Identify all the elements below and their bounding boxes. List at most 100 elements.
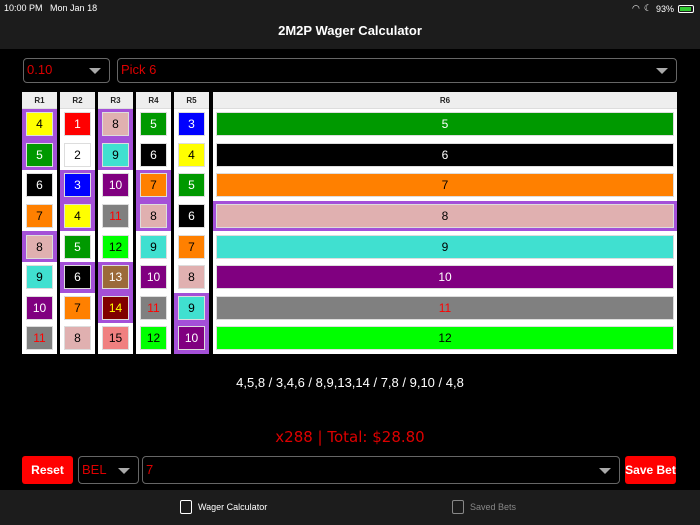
runner-cell[interactable]: 7 xyxy=(174,231,209,262)
runner-cell[interactable]: 8 xyxy=(98,109,133,140)
runner-cell[interactable]: 5 xyxy=(213,109,677,140)
runner-number: 6 xyxy=(26,173,53,198)
runner-number: 3 xyxy=(178,112,205,137)
chevron-down-icon xyxy=(656,68,668,74)
runner-number: 11 xyxy=(140,295,167,320)
runner-cell[interactable]: 6 xyxy=(60,262,95,293)
runner-number: 11 xyxy=(26,326,53,351)
runner-cell[interactable]: 8 xyxy=(213,200,677,232)
runner-number: 5 xyxy=(140,112,167,137)
race-header: R5 xyxy=(174,92,209,109)
tab-wager-calculator[interactable]: Wager Calculator xyxy=(180,500,267,514)
runner-number: 9 xyxy=(140,234,167,259)
runner-cell[interactable]: 10 xyxy=(213,262,677,293)
bet-type-select[interactable]: Pick 6 xyxy=(117,58,677,83)
runner-cell[interactable]: 11 xyxy=(136,293,171,324)
runner-number: 5 xyxy=(216,112,674,137)
wager-total: x288 | Total: $28.80 xyxy=(275,428,425,446)
save-bet-button[interactable]: Save Bet xyxy=(625,456,676,484)
runner-number: 9 xyxy=(26,265,53,290)
runner-number: 9 xyxy=(102,142,129,167)
runner-cell[interactable]: 3 xyxy=(60,170,95,201)
track-select[interactable]: BEL xyxy=(78,456,139,484)
runner-cell[interactable]: 9 xyxy=(174,292,209,324)
tab-bar: Wager Calculator Saved Bets xyxy=(0,490,700,525)
runner-number: 6 xyxy=(64,265,91,290)
runner-cell[interactable]: 7 xyxy=(60,293,95,324)
runner-cell[interactable]: 11 xyxy=(213,293,677,324)
battery-percent: 93% xyxy=(655,3,674,14)
race-header: R1 xyxy=(22,92,57,109)
runner-cell[interactable]: 11 xyxy=(98,201,133,232)
race-column-r6: R6 5 6 7 8 9 10 11 12 xyxy=(213,92,677,354)
runner-number: 8 xyxy=(102,112,129,137)
runner-cell[interactable]: 5 xyxy=(22,139,57,171)
runner-number: 2 xyxy=(64,142,91,167)
runner-cell[interactable]: 15 xyxy=(98,323,133,354)
race-header: R4 xyxy=(136,92,171,109)
runner-cell[interactable]: 7 xyxy=(213,170,677,201)
runner-cell[interactable]: 3 xyxy=(174,109,209,140)
runner-cell[interactable]: 8 xyxy=(22,231,57,262)
runner-number: 8 xyxy=(178,265,205,290)
runner-cell[interactable]: 4 xyxy=(174,140,209,171)
race-header: R2 xyxy=(60,92,95,109)
tab-saved-bets[interactable]: Saved Bets xyxy=(452,500,516,514)
runner-cell[interactable]: 9 xyxy=(213,231,677,262)
status-time: 10:00 PM xyxy=(4,3,43,13)
runner-number: 4 xyxy=(26,112,53,137)
runner-cell[interactable]: 12 xyxy=(213,323,677,354)
runner-cell[interactable]: 10 xyxy=(98,170,133,201)
runner-cell[interactable]: 5 xyxy=(136,109,171,140)
runner-cell[interactable]: 8 xyxy=(136,200,171,232)
runner-cell[interactable]: 13 xyxy=(98,262,133,293)
race-header: R3 xyxy=(98,92,133,109)
runner-cell[interactable]: 12 xyxy=(98,231,133,262)
chevron-down-icon xyxy=(89,68,101,74)
runner-cell[interactable]: 9 xyxy=(98,139,133,171)
runner-cell[interactable]: 6 xyxy=(22,170,57,201)
runner-cell[interactable]: 8 xyxy=(60,323,95,354)
runner-cell[interactable]: 9 xyxy=(22,262,57,293)
reset-button[interactable]: Reset xyxy=(22,456,73,484)
runner-number: 12 xyxy=(140,326,167,351)
race-column-r3: R3 8 9 10 11 12 13 14 15 xyxy=(98,92,133,354)
runner-cell[interactable]: 6 xyxy=(136,140,171,171)
runner-cell[interactable]: 7 xyxy=(136,170,171,201)
runner-cell[interactable]: 1 xyxy=(60,109,95,140)
runner-cell[interactable]: 5 xyxy=(174,170,209,201)
status-bar: 10:00 PM Mon Jan 18 ◠ ☾ 93% xyxy=(0,0,700,16)
runner-cell[interactable]: 10 xyxy=(22,293,57,324)
runner-number: 6 xyxy=(216,142,674,167)
runner-cell[interactable]: 12 xyxy=(136,323,171,354)
race-column-r5: R5 3 4 5 6 7 8 9 10 xyxy=(174,92,209,354)
runner-cell[interactable]: 6 xyxy=(213,140,677,171)
runner-cell[interactable]: 6 xyxy=(174,201,209,232)
runner-number: 10 xyxy=(102,173,129,198)
amount-value: 0.10 xyxy=(27,62,53,77)
runner-cell[interactable]: 9 xyxy=(136,231,171,262)
tab-label: Saved Bets xyxy=(470,502,517,512)
wifi-icon: ◠ xyxy=(632,3,640,13)
runner-number: 8 xyxy=(64,326,91,351)
server-icon xyxy=(452,500,464,514)
calculator-icon xyxy=(180,500,192,514)
runner-number: 3 xyxy=(64,173,91,198)
runner-number: 12 xyxy=(102,234,129,259)
runner-cell[interactable]: 10 xyxy=(174,323,209,354)
runner-number: 12 xyxy=(216,326,674,351)
runner-number: 5 xyxy=(26,142,53,167)
runner-cell[interactable]: 11 xyxy=(22,323,57,354)
runner-cell[interactable]: 4 xyxy=(60,200,95,232)
chevron-down-icon xyxy=(118,468,130,474)
runner-cell[interactable]: 7 xyxy=(22,201,57,232)
runner-cell[interactable]: 14 xyxy=(98,292,133,324)
runner-cell[interactable]: 8 xyxy=(174,262,209,293)
race-select[interactable]: 7 xyxy=(142,456,620,484)
runner-cell[interactable]: 2 xyxy=(60,140,95,171)
runner-cell[interactable]: 10 xyxy=(136,262,171,293)
amount-select[interactable]: 0.10 xyxy=(23,58,110,83)
runner-number: 5 xyxy=(178,173,205,198)
runner-cell[interactable]: 4 xyxy=(22,109,57,140)
runner-cell[interactable]: 5 xyxy=(60,231,95,262)
